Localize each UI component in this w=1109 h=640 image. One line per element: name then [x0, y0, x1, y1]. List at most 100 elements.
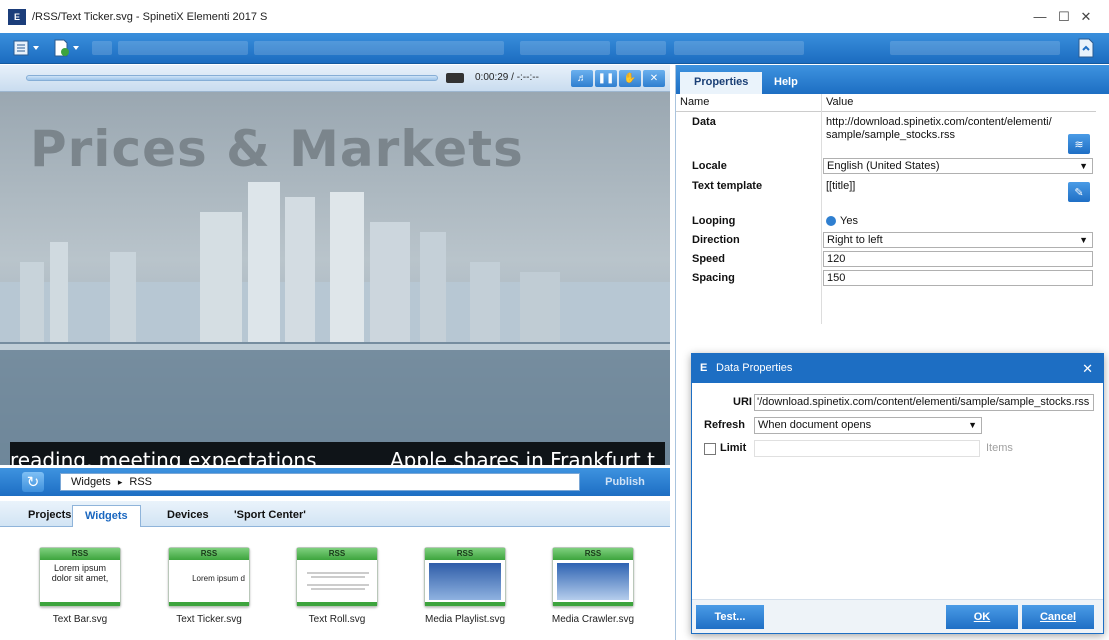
- properties-tabs: Properties Help: [676, 65, 1109, 94]
- widget-preview-image: [429, 563, 501, 600]
- dialog-title: Data Properties: [716, 362, 793, 374]
- refresh-select[interactable]: When document opens ▼: [754, 417, 982, 434]
- widget-label[interactable]: Text Ticker.svg: [149, 614, 269, 625]
- text-ticker: reading, meeting expectations Apple shar…: [10, 442, 665, 465]
- path-root[interactable]: Widgets: [71, 476, 111, 488]
- ok-button[interactable]: OK: [946, 605, 1018, 629]
- menu-button[interactable]: [10, 37, 44, 59]
- edit-pencil-icon[interactable]: ✎: [1068, 182, 1090, 202]
- data-url-value[interactable]: http://download.spinetix.com/content/ele…: [826, 116, 1052, 142]
- data-url-line1: http://download.spinetix.com/content/ele…: [826, 116, 1052, 128]
- record-indicator: [446, 73, 464, 83]
- toggle-dot-icon: [826, 216, 836, 226]
- property-row-speed: Speed 120: [676, 251, 1096, 269]
- pause-icon[interactable]: ❚❚: [595, 70, 617, 87]
- spacing-input[interactable]: 150: [823, 270, 1093, 286]
- refresh-value: When document opens: [758, 419, 872, 431]
- window-titlebar: E /RSS/Text Ticker.svg - SpinetiX Elemen…: [0, 0, 1109, 33]
- data-properties-dialog: E Data Properties ✕ URI '/download.spine…: [691, 353, 1104, 634]
- direction-value: Right to left: [827, 234, 883, 246]
- properties-header: Name Value: [676, 94, 1096, 112]
- volume-icon[interactable]: ♬: [571, 70, 593, 87]
- save-icon[interactable]: [92, 41, 112, 55]
- property-name: Speed: [692, 253, 726, 265]
- property-row-spacing: Spacing 150: [676, 270, 1096, 288]
- uri-label: URI: [733, 396, 752, 408]
- library-path-input[interactable]: Widgets ▸ RSS: [60, 473, 580, 491]
- widget-thumbnail[interactable]: RSS: [424, 547, 506, 607]
- close-icon[interactable]: ✕: [1082, 354, 1093, 383]
- property-name: Locale: [692, 160, 727, 172]
- preview-canvas: Prices & Markets reading, meeting expect…: [0, 92, 670, 465]
- widget-label[interactable]: Media Crawler.svg: [533, 614, 653, 625]
- locale-select[interactable]: English (United States) ▼: [823, 158, 1093, 174]
- property-row-text-template: Text template [[title]] ✎: [676, 178, 1096, 212]
- widget-preview-image: [557, 563, 629, 600]
- widget-thumbnail[interactable]: RSS: [552, 547, 634, 607]
- widget-thumbnail[interactable]: RSS Lorem ipsum dolor sit amet,: [39, 547, 121, 607]
- property-row-data: Data http://download.spinetix.com/conten…: [676, 116, 1096, 162]
- tab-devices[interactable]: Devices: [155, 505, 221, 527]
- rss-badge: RSS: [553, 548, 633, 560]
- widget-preview-text: Lorem ipsum d: [192, 574, 245, 583]
- path-leaf[interactable]: RSS: [129, 476, 152, 488]
- refresh-icon[interactable]: ↻: [22, 472, 44, 492]
- player-bar: 0:00:29 / -:--:-- ♬ ❚❚ ✋ ✕: [0, 65, 670, 92]
- property-name: Spacing: [692, 272, 735, 284]
- property-name: Direction: [692, 234, 740, 246]
- widget-label[interactable]: Media Playlist.svg: [405, 614, 525, 625]
- locale-value: English (United States): [827, 160, 940, 172]
- widget-preview-text: Lorem ipsum dolor sit amet,: [51, 563, 109, 583]
- rss-badge: RSS: [169, 548, 249, 560]
- dialog-app-icon: E: [700, 362, 708, 374]
- app-icon: E: [8, 8, 26, 25]
- property-row-looping: Looping Yes: [676, 213, 1096, 231]
- edit-tools-group[interactable]: [118, 41, 248, 55]
- limit-label: Limit: [720, 442, 747, 454]
- speed-input[interactable]: 120: [823, 251, 1093, 267]
- limit-checkbox[interactable]: [704, 443, 716, 455]
- library-tabs: Projects Widgets Devices 'Sport Center': [0, 501, 670, 527]
- format-tools-group[interactable]: [674, 41, 804, 55]
- new-document-button[interactable]: [50, 37, 84, 59]
- chevron-down-icon: ▼: [1079, 235, 1088, 245]
- property-row-locale: Locale English (United States) ▼: [676, 158, 1096, 176]
- rss-badge: RSS: [297, 548, 377, 560]
- shape-tools-group[interactable]: [254, 41, 504, 55]
- time-display: 0:00:29 / -:--:--: [475, 72, 539, 83]
- widget-gallery: RSS Lorem ipsum dolor sit amet, Text Bar…: [0, 527, 670, 640]
- limit-input[interactable]: [754, 440, 980, 457]
- cancel-button[interactable]: Cancel: [1022, 605, 1094, 629]
- main-toolbar: [0, 33, 1109, 64]
- ticker-text-left: reading, meeting expectations: [10, 448, 317, 465]
- publish-button[interactable]: Publish: [590, 472, 660, 492]
- direction-select[interactable]: Right to left ▼: [823, 232, 1093, 248]
- publish-doc-button[interactable]: [1074, 37, 1098, 59]
- widget-thumbnail[interactable]: RSS: [296, 547, 378, 607]
- widget-label[interactable]: Text Bar.svg: [20, 614, 140, 625]
- hand-icon[interactable]: ✋: [619, 70, 641, 87]
- font-select[interactable]: [520, 41, 610, 55]
- column-header-value: Value: [826, 96, 854, 108]
- column-header-name: Name: [680, 96, 710, 108]
- widget-label[interactable]: Text Roll.svg: [277, 614, 397, 625]
- size-select[interactable]: [616, 41, 666, 55]
- tab-help[interactable]: Help: [760, 72, 812, 94]
- template-value[interactable]: [[title]]: [826, 180, 855, 192]
- refresh-label: Refresh: [704, 419, 745, 431]
- uri-input[interactable]: '/download.spinetix.com/content/elementi…: [754, 394, 1094, 411]
- close-preview-icon[interactable]: ✕: [643, 70, 665, 87]
- data-url-line2: sample/sample_stocks.rss: [826, 129, 955, 141]
- timeline-slider[interactable]: [26, 75, 438, 81]
- align-tools-group[interactable]: [890, 41, 1060, 55]
- tab-widgets[interactable]: Widgets: [72, 505, 141, 527]
- test-button[interactable]: Test...: [696, 605, 764, 629]
- tab-sport-center[interactable]: 'Sport Center': [222, 505, 318, 527]
- looping-toggle[interactable]: Yes: [826, 215, 858, 227]
- close-icon[interactable]: ✕: [1063, 0, 1109, 33]
- rss-feed-icon[interactable]: ≋: [1068, 134, 1090, 154]
- library-path-bar: ↻ Widgets ▸ RSS Publish: [0, 468, 670, 496]
- tab-properties[interactable]: Properties: [680, 72, 763, 94]
- chevron-down-icon: ▼: [1079, 161, 1088, 171]
- widget-thumbnail[interactable]: RSS Lorem ipsum d: [168, 547, 250, 607]
